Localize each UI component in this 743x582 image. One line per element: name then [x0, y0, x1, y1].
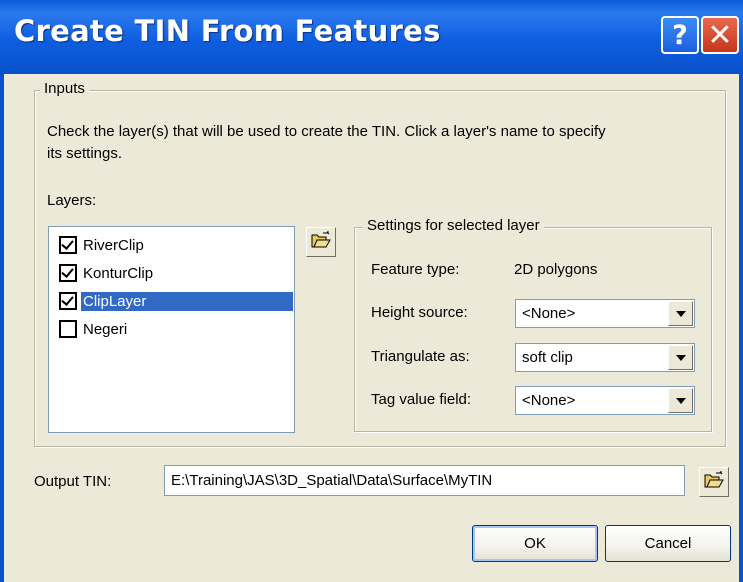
settings-group-legend: Settings for selected layer: [363, 217, 544, 234]
dropdown-arrow-icon[interactable]: [668, 301, 693, 326]
help-button[interactable]: ?: [661, 16, 699, 54]
height-source-label: Height source:: [371, 304, 468, 321]
tag-value-label: Tag value field:: [371, 391, 472, 408]
layer-item-negeri[interactable]: Negeri: [59, 318, 129, 340]
dropdown-arrow-icon[interactable]: [668, 388, 693, 413]
dropdown-arrow-icon[interactable]: [668, 345, 693, 370]
height-source-dropdown[interactable]: <None>: [515, 299, 695, 328]
browse-output-button[interactable]: [699, 467, 729, 497]
triangulate-dropdown[interactable]: soft clip: [515, 343, 695, 372]
open-folder-icon: [311, 231, 331, 253]
triangulate-value: soft clip: [522, 349, 573, 366]
output-tin-input[interactable]: E:\Training\JAS\3D_Spatial\Data\Surface\…: [164, 465, 685, 496]
instructions-text-line1: Check the layer(s) that will be used to …: [47, 123, 606, 140]
layer-item-riverclip[interactable]: RiverClip: [59, 234, 146, 256]
ok-button[interactable]: OK: [472, 525, 598, 562]
height-source-value: <None>: [522, 305, 576, 322]
window-title: Create TIN From Features: [14, 14, 441, 48]
layer-item-konturclip[interactable]: KonturClip: [59, 262, 155, 284]
feature-type-value: 2D polygons: [514, 261, 598, 278]
window-frame-right: [739, 74, 743, 582]
layer-name[interactable]: RiverClip: [81, 236, 146, 255]
layers-label: Layers:: [47, 192, 97, 209]
add-layer-button[interactable]: [306, 227, 336, 257]
inputs-group-legend: Inputs: [40, 80, 89, 97]
title-bar[interactable]: Create TIN From Features ? ✕: [0, 0, 743, 74]
cancel-button[interactable]: Cancel: [605, 525, 731, 562]
close-button[interactable]: ✕: [701, 16, 739, 54]
layer-checkbox[interactable]: [59, 292, 77, 310]
output-tin-path: E:\Training\JAS\3D_Spatial\Data\Surface\…: [171, 472, 493, 489]
layer-checkbox[interactable]: [59, 264, 77, 282]
tag-value-value: <None>: [522, 392, 576, 409]
instructions-text-line2: its settings.: [47, 145, 123, 162]
layer-name[interactable]: ClipLayer: [81, 291, 293, 311]
layer-item-cliplayer[interactable]: ClipLayer: [59, 290, 293, 312]
layer-checkbox[interactable]: [59, 320, 77, 338]
window-frame-left: [0, 74, 4, 582]
layers-listbox[interactable]: RiverClip KonturClip ClipLayer Negeri: [48, 226, 295, 433]
output-tin-label: Output TIN:: [34, 473, 112, 490]
feature-type-label: Feature type:: [371, 261, 460, 278]
layer-checkbox[interactable]: [59, 236, 77, 254]
layer-name[interactable]: Negeri: [81, 320, 129, 339]
open-folder-icon: [704, 471, 724, 493]
triangulate-label: Triangulate as:: [371, 348, 470, 365]
tag-value-dropdown[interactable]: <None>: [515, 386, 695, 415]
layer-name[interactable]: KonturClip: [81, 264, 155, 283]
